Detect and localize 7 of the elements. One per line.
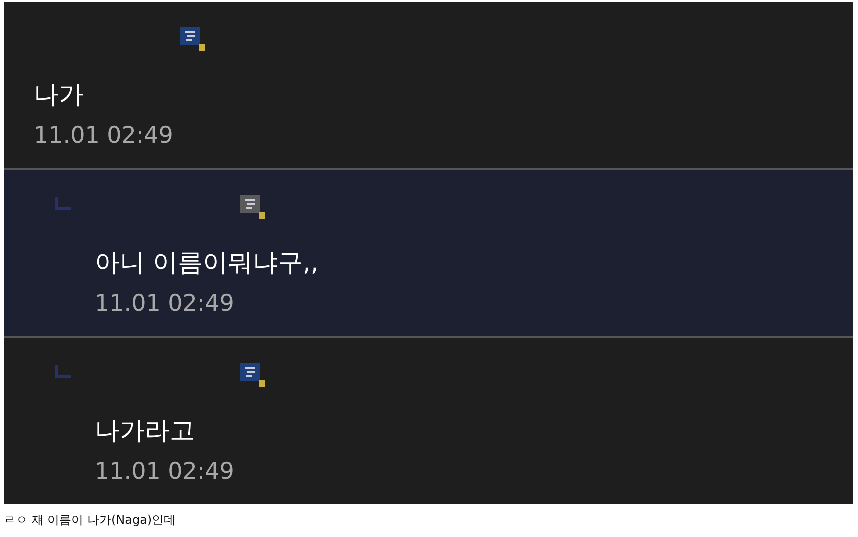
comment-text: 아니 이름이뭐냐구,,	[95, 247, 319, 279]
comment-text: 나가라고	[95, 415, 195, 447]
comment-text: 나가	[34, 79, 84, 111]
comment-time: 11.01 02:49	[95, 290, 234, 319]
caption-text: ㄹㅇ 쟤 이름이 나가(Naga)인데	[4, 512, 176, 529]
comment-time: 11.01 02:49	[34, 122, 174, 151]
comment-time: 11.01 02:49	[95, 458, 234, 487]
